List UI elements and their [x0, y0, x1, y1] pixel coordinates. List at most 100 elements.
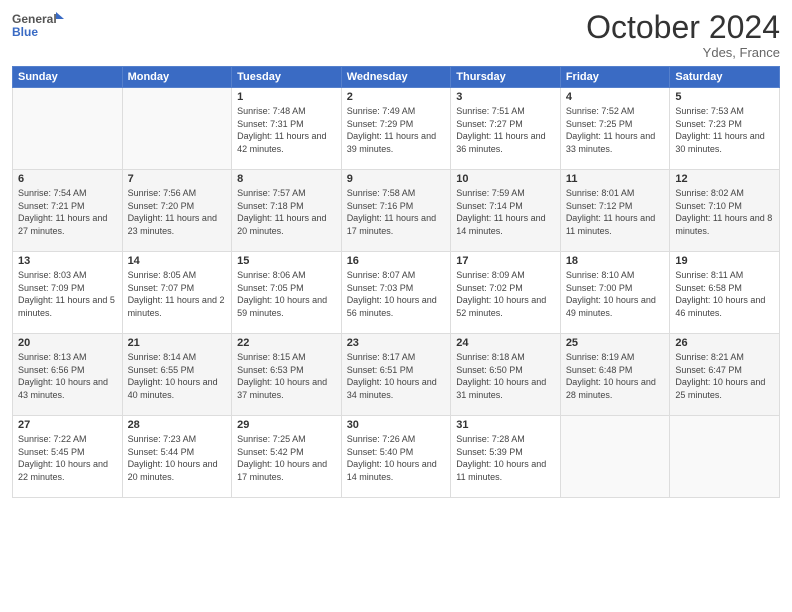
day-number: 13 — [18, 255, 117, 267]
calendar-cell: 3 Sunrise: 7:51 AM Sunset: 7:27 PM Daylig… — [451, 88, 561, 170]
day-info: Sunrise: 7:53 AM Sunset: 7:23 PM Dayligh… — [675, 105, 774, 155]
calendar-cell: 20 Sunrise: 8:13 AM Sunset: 6:56 PM Dayli… — [13, 334, 123, 416]
day-number: 11 — [566, 173, 665, 185]
calendar-cell — [122, 88, 232, 170]
day-info: Sunrise: 7:57 AM Sunset: 7:18 PM Dayligh… — [237, 187, 336, 237]
day-header-tuesday: Tuesday — [232, 67, 342, 88]
calendar-cell: 11 Sunrise: 8:01 AM Sunset: 7:12 PM Dayli… — [560, 170, 670, 252]
day-info: Sunrise: 8:11 AM Sunset: 6:58 PM Dayligh… — [675, 269, 774, 319]
day-info: Sunrise: 7:23 AM Sunset: 5:44 PM Dayligh… — [128, 433, 227, 483]
day-info: Sunrise: 7:22 AM Sunset: 5:45 PM Dayligh… — [18, 433, 117, 483]
calendar-header-row: SundayMondayTuesdayWednesdayThursdayFrid… — [13, 67, 780, 88]
day-info: Sunrise: 8:21 AM Sunset: 6:47 PM Dayligh… — [675, 351, 774, 401]
day-info: Sunrise: 7:52 AM Sunset: 7:25 PM Dayligh… — [566, 105, 665, 155]
calendar-week-row: 20 Sunrise: 8:13 AM Sunset: 6:56 PM Dayli… — [13, 334, 780, 416]
day-number: 29 — [237, 419, 336, 431]
calendar-week-row: 6 Sunrise: 7:54 AM Sunset: 7:21 PM Daylig… — [13, 170, 780, 252]
svg-text:General: General — [12, 12, 57, 26]
calendar-cell: 12 Sunrise: 8:02 AM Sunset: 7:10 PM Dayli… — [670, 170, 780, 252]
month-title: October 2024 — [586, 10, 780, 45]
day-number: 1 — [237, 91, 336, 103]
day-header-wednesday: Wednesday — [341, 67, 451, 88]
day-info: Sunrise: 7:59 AM Sunset: 7:14 PM Dayligh… — [456, 187, 555, 237]
day-info: Sunrise: 8:06 AM Sunset: 7:05 PM Dayligh… — [237, 269, 336, 319]
calendar-cell: 18Sunrise: 8:10 AM Sunset: 7:00 PM Dayli… — [560, 252, 670, 334]
day-header-monday: Monday — [122, 67, 232, 88]
calendar-week-row: 13Sunrise: 8:03 AM Sunset: 7:09 PM Dayli… — [13, 252, 780, 334]
day-header-thursday: Thursday — [451, 67, 561, 88]
day-number: 7 — [128, 173, 227, 185]
day-number: 14 — [128, 255, 227, 267]
calendar-cell: 10 Sunrise: 7:59 AM Sunset: 7:14 PM Dayli… — [451, 170, 561, 252]
day-info: Sunrise: 8:18 AM Sunset: 6:50 PM Dayligh… — [456, 351, 555, 401]
calendar-cell: 24 Sunrise: 8:18 AM Sunset: 6:50 PM Dayli… — [451, 334, 561, 416]
day-number: 4 — [566, 91, 665, 103]
day-number: 19 — [675, 255, 774, 267]
day-info: Sunrise: 7:25 AM Sunset: 5:42 PM Dayligh… — [237, 433, 336, 483]
day-number: 23 — [347, 337, 446, 349]
day-info: Sunrise: 8:13 AM Sunset: 6:56 PM Dayligh… — [18, 351, 117, 401]
calendar-week-row: 27Sunrise: 7:22 AM Sunset: 5:45 PM Dayli… — [13, 416, 780, 498]
calendar-cell: 17Sunrise: 8:09 AM Sunset: 7:02 PM Dayli… — [451, 252, 561, 334]
day-info: Sunrise: 7:58 AM Sunset: 7:16 PM Dayligh… — [347, 187, 446, 237]
logo: GeneralBlue — [12, 10, 67, 40]
day-info: Sunrise: 7:49 AM Sunset: 7:29 PM Dayligh… — [347, 105, 446, 155]
title-section: October 2024 Ydes, France — [586, 10, 780, 60]
day-info: Sunrise: 7:28 AM Sunset: 5:39 PM Dayligh… — [456, 433, 555, 483]
calendar-cell: 27Sunrise: 7:22 AM Sunset: 5:45 PM Dayli… — [13, 416, 123, 498]
svg-text:Blue: Blue — [12, 25, 38, 39]
calendar-week-row: 1 Sunrise: 7:48 AM Sunset: 7:31 PM Daylig… — [13, 88, 780, 170]
day-info: Sunrise: 8:15 AM Sunset: 6:53 PM Dayligh… — [237, 351, 336, 401]
calendar-table: SundayMondayTuesdayWednesdayThursdayFrid… — [12, 66, 780, 498]
calendar-cell: 1 Sunrise: 7:48 AM Sunset: 7:31 PM Daylig… — [232, 88, 342, 170]
day-info: Sunrise: 8:02 AM Sunset: 7:10 PM Dayligh… — [675, 187, 774, 237]
day-number: 20 — [18, 337, 117, 349]
calendar-cell: 28 Sunrise: 7:23 AM Sunset: 5:44 PM Dayli… — [122, 416, 232, 498]
day-info: Sunrise: 8:01 AM Sunset: 7:12 PM Dayligh… — [566, 187, 665, 237]
calendar-cell: 26 Sunrise: 8:21 AM Sunset: 6:47 PM Dayli… — [670, 334, 780, 416]
day-number: 16 — [347, 255, 446, 267]
day-number: 25 — [566, 337, 665, 349]
calendar-cell: 13Sunrise: 8:03 AM Sunset: 7:09 PM Dayli… — [13, 252, 123, 334]
calendar-cell — [560, 416, 670, 498]
day-info: Sunrise: 8:07 AM Sunset: 7:03 PM Dayligh… — [347, 269, 446, 319]
day-number: 26 — [675, 337, 774, 349]
day-info: Sunrise: 7:54 AM Sunset: 7:21 PM Dayligh… — [18, 187, 117, 237]
day-number: 2 — [347, 91, 446, 103]
day-info: Sunrise: 8:09 AM Sunset: 7:02 PM Dayligh… — [456, 269, 555, 319]
calendar-cell: 6 Sunrise: 7:54 AM Sunset: 7:21 PM Daylig… — [13, 170, 123, 252]
day-info: Sunrise: 8:14 AM Sunset: 6:55 PM Dayligh… — [128, 351, 227, 401]
day-header-sunday: Sunday — [13, 67, 123, 88]
day-header-saturday: Saturday — [670, 67, 780, 88]
day-number: 24 — [456, 337, 555, 349]
day-number: 22 — [237, 337, 336, 349]
day-number: 3 — [456, 91, 555, 103]
location: Ydes, France — [586, 45, 780, 60]
header: GeneralBlue October 2024 Ydes, France — [12, 10, 780, 60]
calendar-cell: 16 Sunrise: 8:07 AM Sunset: 7:03 PM Dayli… — [341, 252, 451, 334]
day-number: 12 — [675, 173, 774, 185]
day-number: 6 — [18, 173, 117, 185]
day-number: 10 — [456, 173, 555, 185]
calendar-cell: 7Sunrise: 7:56 AM Sunset: 7:20 PM Daylig… — [122, 170, 232, 252]
day-number: 8 — [237, 173, 336, 185]
calendar-cell: 23Sunrise: 8:17 AM Sunset: 6:51 PM Dayli… — [341, 334, 451, 416]
day-number: 15 — [237, 255, 336, 267]
logo-icon: GeneralBlue — [12, 10, 67, 40]
calendar-cell: 4 Sunrise: 7:52 AM Sunset: 7:25 PM Daylig… — [560, 88, 670, 170]
day-number: 18 — [566, 255, 665, 267]
calendar-cell: 21Sunrise: 8:14 AM Sunset: 6:55 PM Dayli… — [122, 334, 232, 416]
calendar-cell: 30Sunrise: 7:26 AM Sunset: 5:40 PM Dayli… — [341, 416, 451, 498]
day-info: Sunrise: 7:48 AM Sunset: 7:31 PM Dayligh… — [237, 105, 336, 155]
day-number: 31 — [456, 419, 555, 431]
day-info: Sunrise: 7:51 AM Sunset: 7:27 PM Dayligh… — [456, 105, 555, 155]
day-number: 30 — [347, 419, 446, 431]
day-number: 9 — [347, 173, 446, 185]
calendar-cell: 2 Sunrise: 7:49 AM Sunset: 7:29 PM Daylig… — [341, 88, 451, 170]
day-number: 28 — [128, 419, 227, 431]
calendar-cell: 19 Sunrise: 8:11 AM Sunset: 6:58 PM Dayli… — [670, 252, 780, 334]
calendar-cell: 15 Sunrise: 8:06 AM Sunset: 7:05 PM Dayli… — [232, 252, 342, 334]
day-info: Sunrise: 8:05 AM Sunset: 7:07 PM Dayligh… — [128, 269, 227, 319]
calendar-cell — [13, 88, 123, 170]
day-header-friday: Friday — [560, 67, 670, 88]
